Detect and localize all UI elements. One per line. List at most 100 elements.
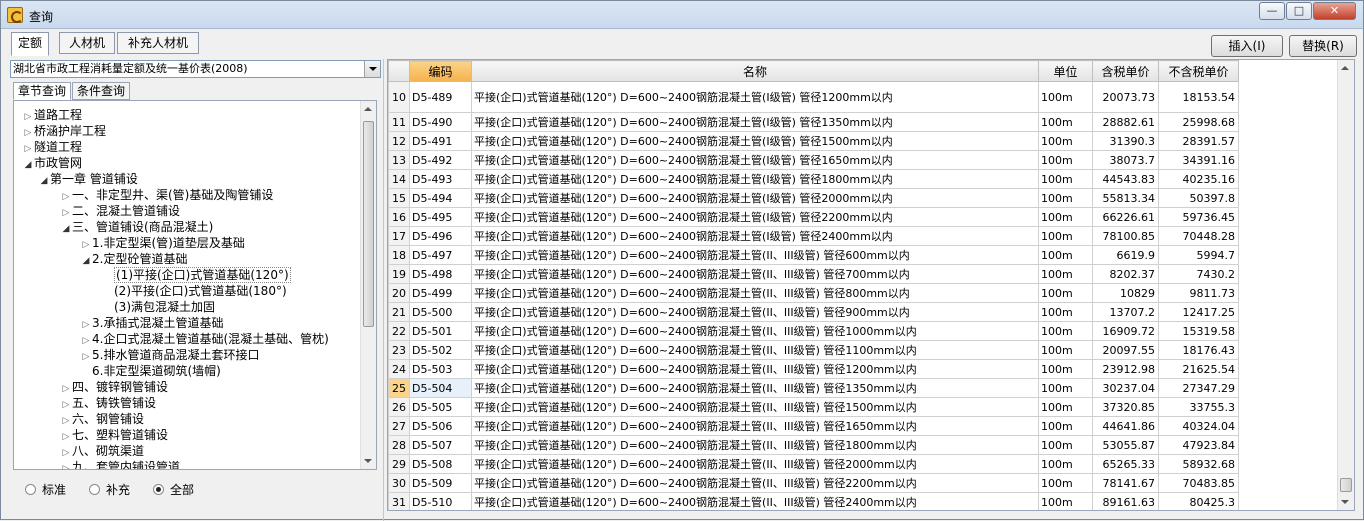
cell-notax-price[interactable]: 7430.2 — [1158, 264, 1239, 284]
tree-node[interactable]: ◢ 第一章 管道铺设 — [38, 171, 138, 187]
cell-unit[interactable]: 100m — [1038, 169, 1093, 189]
cell-tax-price[interactable]: 89161.63 — [1092, 492, 1159, 510]
tree-node[interactable]: ▷ 二、混凝土管道铺设 — [60, 203, 180, 219]
cell-unit[interactable]: 100m — [1038, 397, 1093, 417]
collapse-arrow-icon[interactable]: ◢ — [22, 157, 34, 173]
title-bar[interactable]: 查询 — □ ✕ — [1, 1, 1363, 29]
cell-unit[interactable]: 100m — [1038, 378, 1093, 398]
column-header-code[interactable]: 编码 — [409, 60, 472, 82]
cell-notax-price[interactable]: 33755.3 — [1158, 397, 1239, 417]
cell-unit[interactable]: 100m — [1038, 188, 1093, 208]
row-number[interactable]: 24 — [388, 359, 410, 379]
row-number[interactable]: 21 — [388, 302, 410, 322]
row-number[interactable]: 12 — [388, 131, 410, 151]
cell-unit[interactable]: 100m — [1038, 340, 1093, 360]
table-row[interactable]: 18 D5-497 平接(企口)式管道基础(120°) D=600~2400钢筋混凝… — [388, 245, 1239, 265]
tree-node[interactable]: ▷ 4.企口式混凝土管道基础(混凝土基础、管枕) — [80, 331, 329, 347]
cell-notax-price[interactable]: 15319.58 — [1158, 321, 1239, 341]
replace-button[interactable]: 替换(R) — [1289, 35, 1357, 57]
column-header-notax-price[interactable]: 不含税单价 — [1158, 60, 1239, 82]
tree-node[interactable]: ▷ 3.承插式混凝土管道基础 — [80, 315, 224, 331]
cell-code[interactable]: D5-491 — [409, 131, 472, 151]
cell-notax-price[interactable]: 34391.16 — [1158, 150, 1239, 170]
library-select[interactable]: 湖北省市政工程消耗量定额及统一基价表(2008) — [10, 60, 381, 78]
radio-supplement[interactable]: 补充 — [89, 482, 130, 498]
cell-code[interactable]: D5-501 — [409, 321, 472, 341]
cell-tax-price[interactable]: 37320.85 — [1092, 397, 1159, 417]
tree-node[interactable]: ▷ 1.非定型渠(管)道垫层及基础 — [80, 235, 245, 251]
table-row[interactable]: 15 D5-494 平接(企口)式管道基础(120°) D=600~2400钢筋混凝… — [388, 188, 1239, 208]
tree-node[interactable]: ◢ 三、管道铺设(商品混凝土) — [60, 219, 214, 235]
cell-notax-price[interactable]: 40324.04 — [1158, 416, 1239, 436]
cell-name[interactable]: 平接(企口)式管道基础(120°) D=600~2400钢筋混凝土管(II、II… — [471, 473, 1039, 493]
table-row[interactable]: 30 D5-509 平接(企口)式管道基础(120°) D=600~2400钢筋混凝… — [388, 473, 1239, 493]
table-row[interactable]: 31 D5-510 平接(企口)式管道基础(120°) D=600~2400钢筋混凝… — [388, 492, 1239, 510]
cell-name[interactable]: 平接(企口)式管道基础(120°) D=600~2400钢筋混凝土管(II、II… — [471, 302, 1039, 322]
cell-unit[interactable]: 100m — [1038, 207, 1093, 227]
cell-notax-price[interactable]: 70448.28 — [1158, 226, 1239, 246]
cell-notax-price[interactable]: 9811.73 — [1158, 283, 1239, 303]
cell-name[interactable]: 平接(企口)式管道基础(120°) D=600~2400钢筋混凝土管(II、II… — [471, 321, 1039, 341]
scroll-thumb[interactable] — [1340, 478, 1352, 492]
cell-name[interactable]: 平接(企口)式管道基础(120°) D=600~2400钢筋混凝土管(I级管) … — [471, 81, 1039, 113]
tree-node[interactable]: ▷ 五、铸铁管铺设 — [60, 395, 156, 411]
tree-node[interactable]: 6.非定型渠道砌筑(墙帽) — [80, 363, 221, 379]
row-number[interactable]: 22 — [388, 321, 410, 341]
cell-tax-price[interactable]: 66226.61 — [1092, 207, 1159, 227]
row-number[interactable]: 16 — [388, 207, 410, 227]
table-row[interactable]: 16 D5-495 平接(企口)式管道基础(120°) D=600~2400钢筋混凝… — [388, 207, 1239, 227]
cell-code[interactable]: D5-503 — [409, 359, 472, 379]
cell-unit[interactable]: 100m — [1038, 226, 1093, 246]
radio-icon[interactable] — [89, 484, 100, 495]
cell-code[interactable]: D5-498 — [409, 264, 472, 284]
cell-notax-price[interactable]: 21625.54 — [1158, 359, 1239, 379]
cell-name[interactable]: 平接(企口)式管道基础(120°) D=600~2400钢筋混凝土管(I级管) … — [471, 169, 1039, 189]
cell-code[interactable]: D5-494 — [409, 188, 472, 208]
cell-tax-price[interactable]: 28882.61 — [1092, 112, 1159, 132]
tab-condition-query[interactable]: 条件查询 — [72, 82, 130, 100]
row-number[interactable]: 25 — [388, 378, 410, 398]
table-row[interactable]: 26 D5-505 平接(企口)式管道基础(120°) D=600~2400钢筋混凝… — [388, 397, 1239, 417]
scroll-thumb[interactable] — [363, 121, 374, 327]
tab-chapter-query[interactable]: 章节查询 — [13, 82, 71, 100]
tree-node[interactable]: ▷ 九、套管内铺设管道 — [60, 459, 180, 469]
cell-code[interactable]: D5-489 — [409, 81, 472, 113]
cell-tax-price[interactable]: 23912.98 — [1092, 359, 1159, 379]
cell-tax-price[interactable]: 6619.9 — [1092, 245, 1159, 265]
cell-code[interactable]: D5-496 — [409, 226, 472, 246]
row-number[interactable]: 18 — [388, 245, 410, 265]
tree-node[interactable]: ▷ 道路工程 — [22, 107, 82, 123]
cell-tax-price[interactable]: 44543.83 — [1092, 169, 1159, 189]
cell-tax-price[interactable]: 38073.7 — [1092, 150, 1159, 170]
tree-node[interactable]: ◢ 2.定型砼管道基础 — [80, 251, 188, 267]
row-number[interactable]: 27 — [388, 416, 410, 436]
cell-unit[interactable]: 100m — [1038, 321, 1093, 341]
scroll-down-icon[interactable] — [364, 459, 372, 463]
panel-splitter[interactable] — [383, 59, 384, 521]
table-row[interactable]: 21 D5-500 平接(企口)式管道基础(120°) D=600~2400钢筋混凝… — [388, 302, 1239, 322]
cell-tax-price[interactable]: 10829 — [1092, 283, 1159, 303]
cell-notax-price[interactable]: 18153.54 — [1158, 81, 1239, 113]
cell-name[interactable]: 平接(企口)式管道基础(120°) D=600~2400钢筋混凝土管(II、II… — [471, 245, 1039, 265]
table-row[interactable]: 23 D5-502 平接(企口)式管道基础(120°) D=600~2400钢筋混凝… — [388, 340, 1239, 360]
cell-unit[interactable]: 100m — [1038, 359, 1093, 379]
tree-node[interactable]: (2)平接(企口)式管道基础(180°) — [102, 283, 287, 299]
cell-tax-price[interactable]: 20097.55 — [1092, 340, 1159, 360]
collapse-arrow-icon[interactable]: ◢ — [38, 173, 50, 189]
table-row[interactable]: 28 D5-507 平接(企口)式管道基础(120°) D=600~2400钢筋混凝… — [388, 435, 1239, 455]
cell-unit[interactable]: 100m — [1038, 81, 1093, 113]
cell-unit[interactable]: 100m — [1038, 112, 1093, 132]
cell-code[interactable]: D5-508 — [409, 454, 472, 474]
row-number[interactable]: 13 — [388, 150, 410, 170]
row-number[interactable]: 19 — [388, 264, 410, 284]
tree-node[interactable]: ▷ 四、镀锌钢管铺设 — [60, 379, 168, 395]
cell-name[interactable]: 平接(企口)式管道基础(120°) D=600~2400钢筋混凝土管(I级管) … — [471, 207, 1039, 227]
cell-unit[interactable]: 100m — [1038, 264, 1093, 284]
cell-notax-price[interactable]: 27347.29 — [1158, 378, 1239, 398]
row-number[interactable]: 15 — [388, 188, 410, 208]
tree-node[interactable]: ▷ 八、砌筑渠道 — [60, 443, 144, 459]
cell-name[interactable]: 平接(企口)式管道基础(120°) D=600~2400钢筋混凝土管(I级管) … — [471, 112, 1039, 132]
row-number[interactable]: 20 — [388, 283, 410, 303]
cell-code[interactable]: D5-495 — [409, 207, 472, 227]
expand-arrow-icon[interactable]: ▷ — [60, 461, 72, 469]
